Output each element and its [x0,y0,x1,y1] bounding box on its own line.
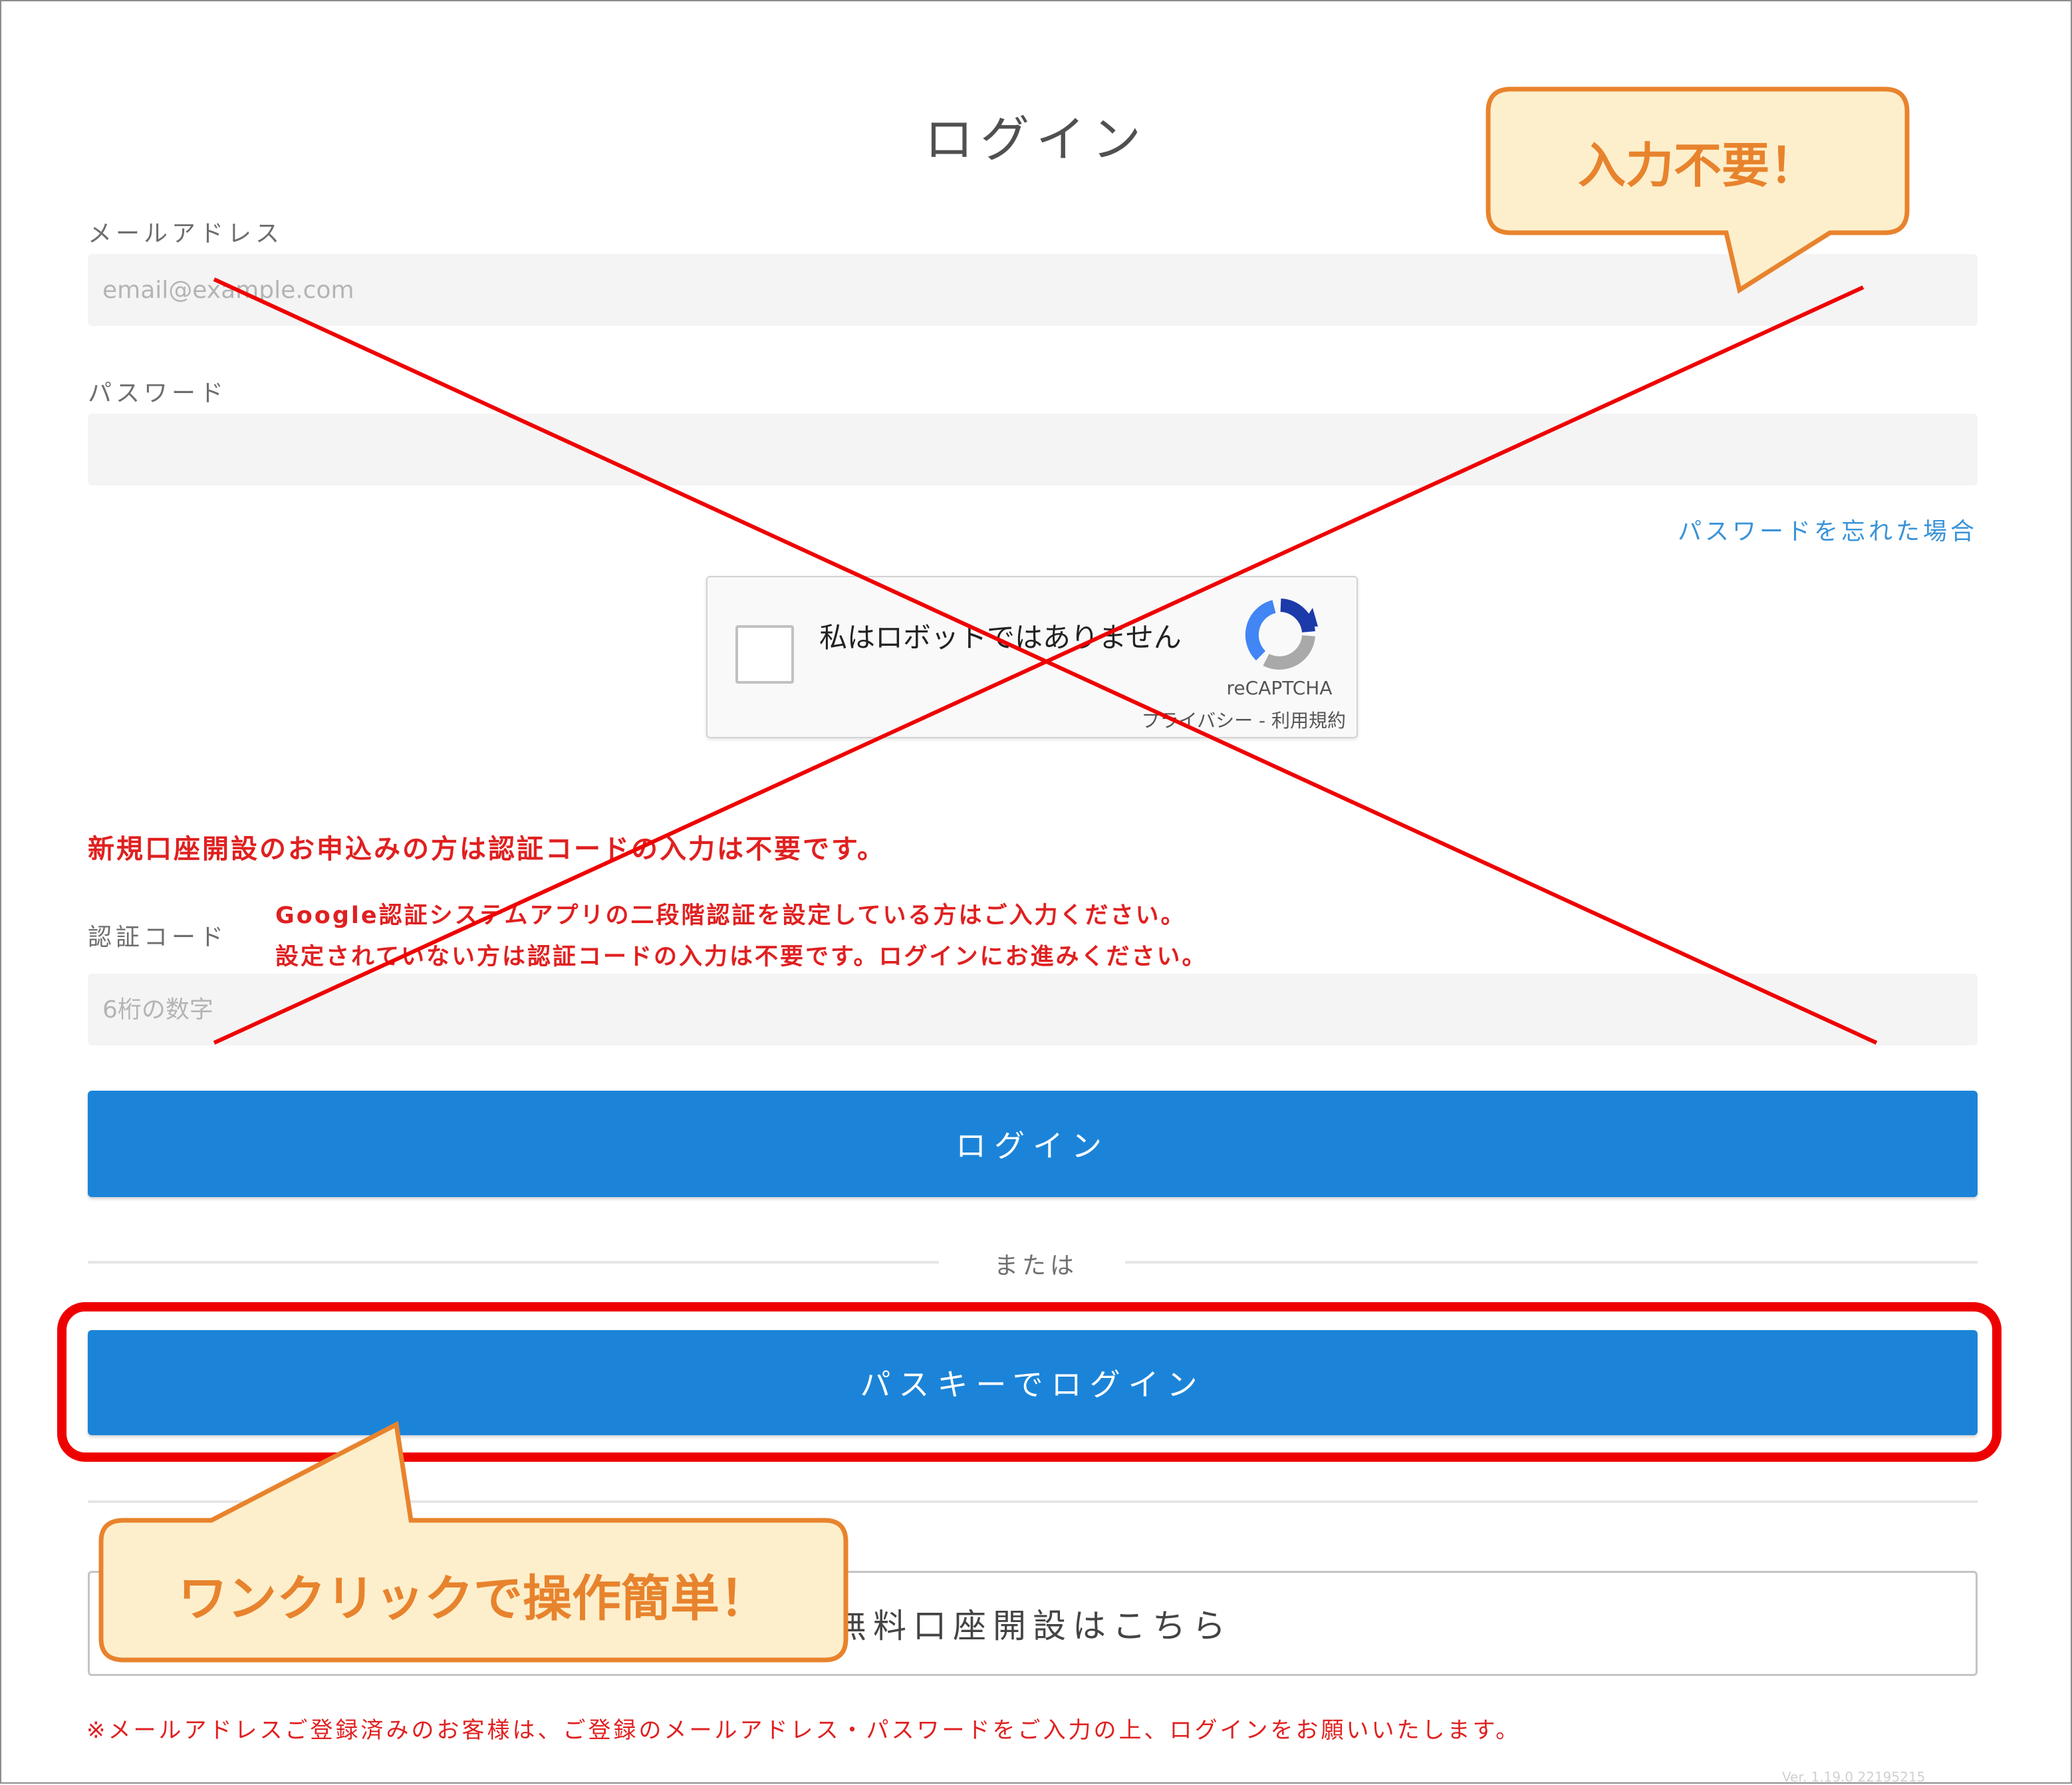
callout-bottom-text: ワンクリックで操作簡単！ [178,1570,769,1627]
callout-bottom-shape [98,1421,848,1663]
